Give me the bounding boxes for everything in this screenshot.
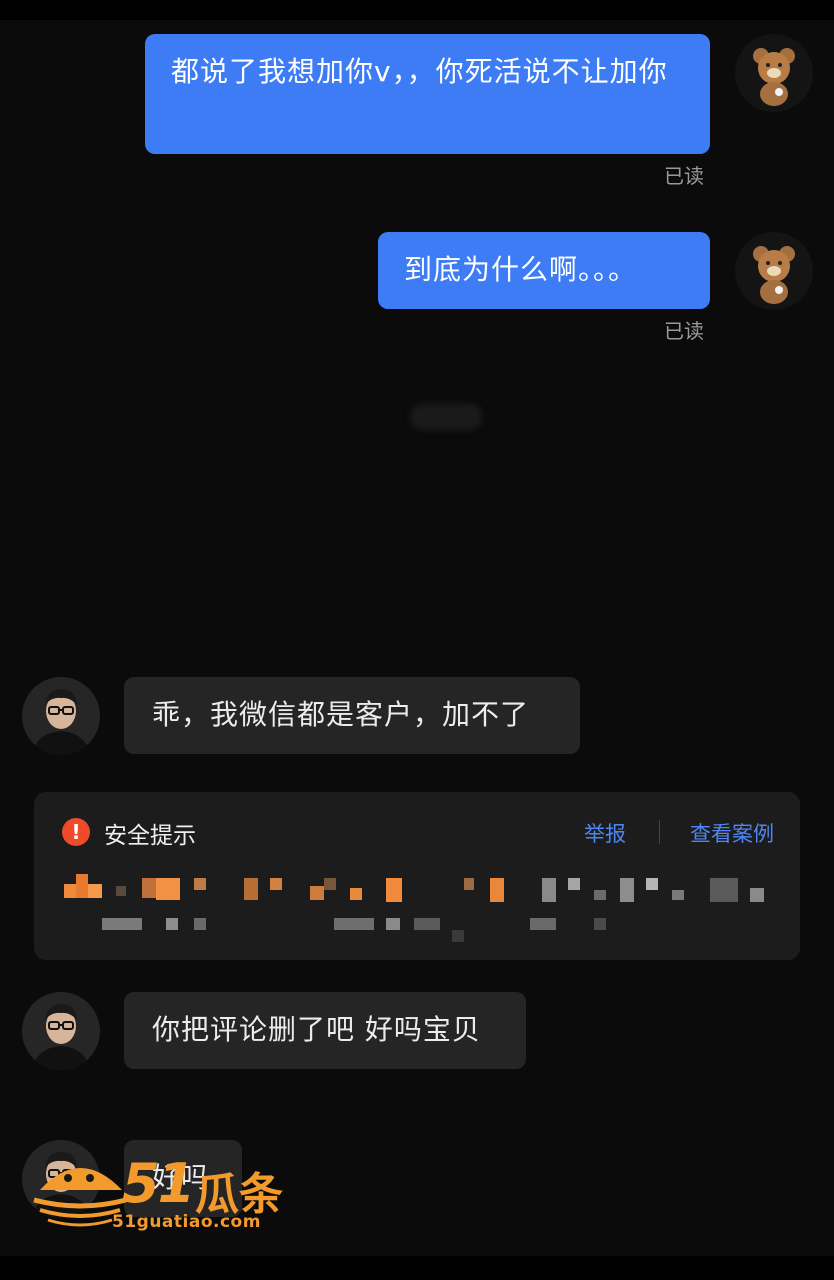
- safety-notice-card: ! 安全提示 举报 查看案例: [34, 792, 800, 960]
- my-message-bubble[interactable]: 到底为什么啊。。。: [378, 232, 710, 309]
- exclamation-circle-icon: !: [62, 818, 90, 846]
- contact-avatar[interactable]: [22, 992, 100, 1070]
- safety-notice-title: 安全提示: [104, 823, 196, 849]
- report-link[interactable]: 举报: [584, 818, 626, 848]
- contact-message-bubble[interactable]: 你把评论删了吧 好吗宝贝: [124, 992, 526, 1069]
- site-watermark: 51 瓜条 51guatiao.com: [30, 1150, 300, 1240]
- my-message-bubble[interactable]: 都说了我想加你v，，你死活说不让加你: [145, 34, 710, 154]
- redaction-smudge: [410, 404, 482, 430]
- message-text: 乖，我微信都是客户，加不了: [152, 698, 530, 731]
- read-receipt: 已读: [664, 319, 704, 343]
- contact-avatar[interactable]: [22, 677, 100, 755]
- message-text: 到底为什么啊。。。: [404, 253, 638, 286]
- watermark-number: 51: [122, 1152, 195, 1215]
- contact-message-bubble[interactable]: 乖，我微信都是客户，加不了: [124, 677, 580, 754]
- link-divider: [659, 820, 660, 844]
- man-with-glasses-icon: [22, 992, 100, 1070]
- watermark-url: 51guatiao.com: [112, 1212, 261, 1232]
- bottom-edge: [0, 1256, 834, 1280]
- my-avatar[interactable]: [735, 34, 813, 112]
- my-avatar[interactable]: [735, 232, 813, 310]
- teddy-bear-icon: [735, 232, 813, 310]
- message-text: 都说了我想加你v，，你死活说不让加你: [171, 55, 668, 88]
- man-with-glasses-icon: [22, 677, 100, 755]
- teddy-bear-icon: [735, 34, 813, 112]
- status-bar: [0, 0, 834, 20]
- view-cases-link[interactable]: 查看案例: [690, 818, 774, 848]
- message-text: 你把评论删了吧 好吗宝贝: [152, 1013, 481, 1046]
- read-receipt: 已读: [664, 164, 704, 188]
